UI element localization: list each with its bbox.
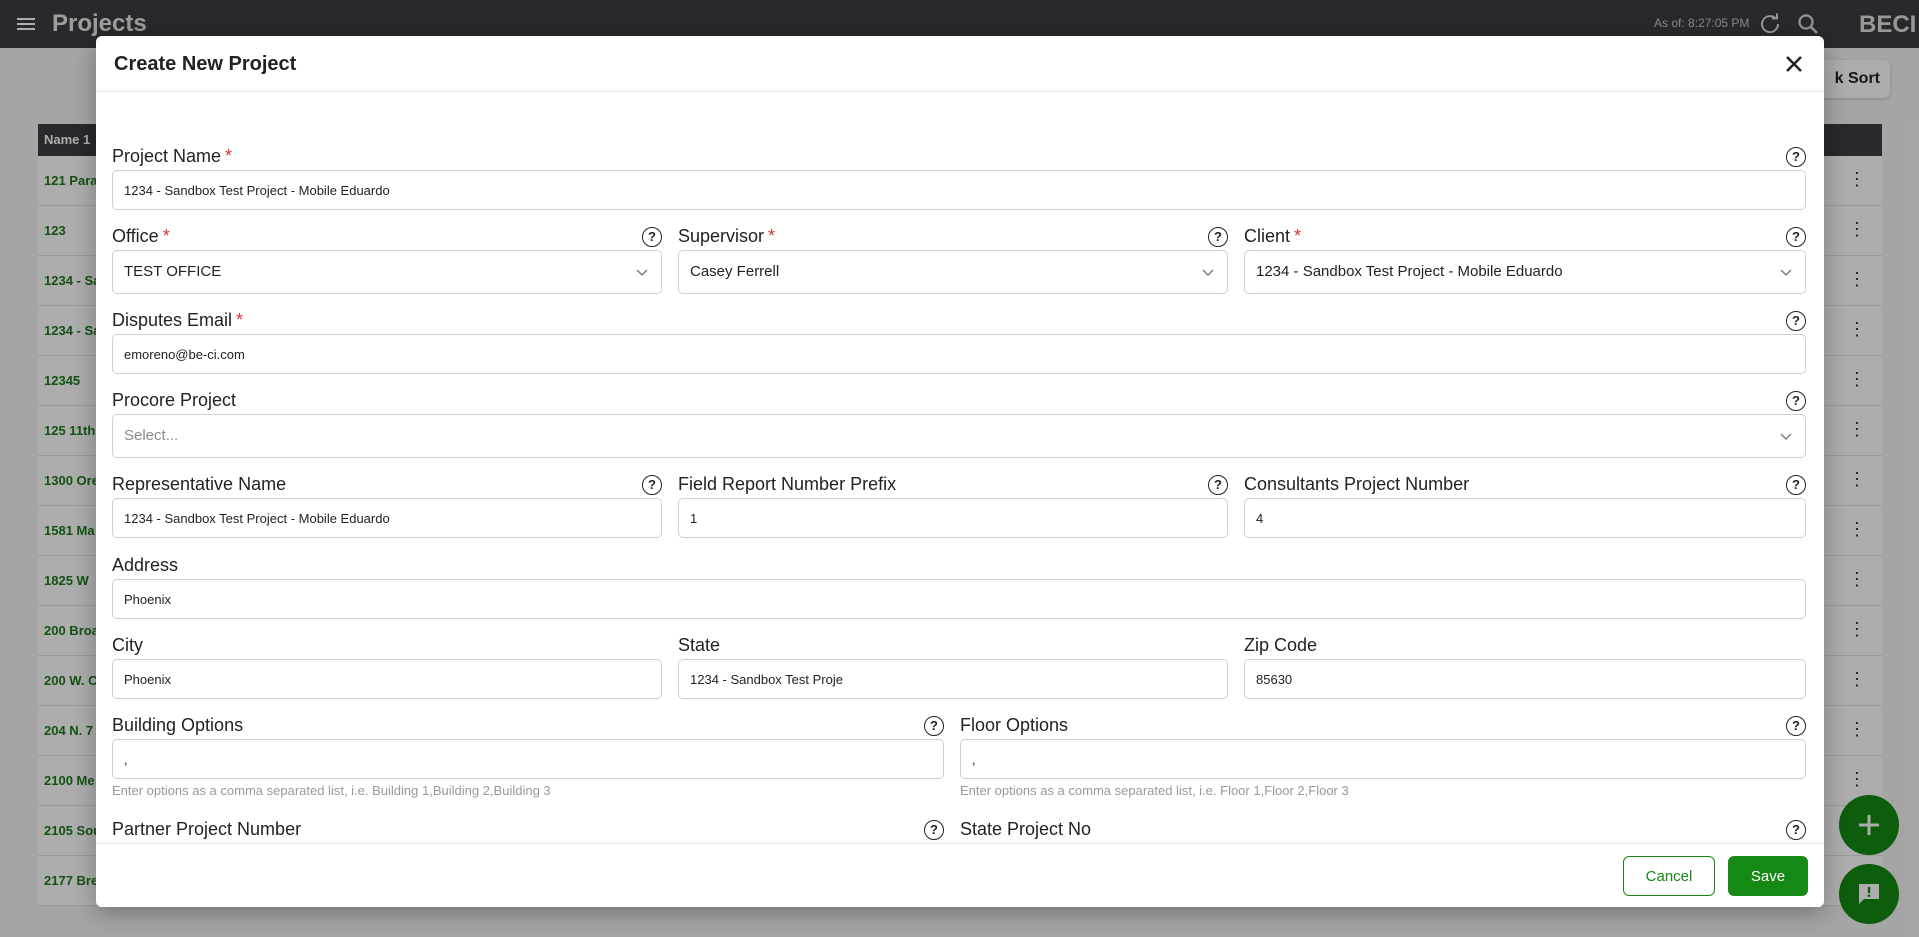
representative-name-label: Representative Name <box>112 474 287 494</box>
zip-code-field: Zip Code <box>1244 635 1806 705</box>
client-label: Client * <box>1244 226 1302 246</box>
building-options-input[interactable] <box>112 739 944 779</box>
procore-project-label: Procore Project <box>112 390 237 410</box>
consultants-project-number-input[interactable] <box>1244 498 1806 538</box>
zip-code-label: Zip Code <box>1244 635 1318 655</box>
consultants-project-number-label: Consultants Project Number <box>1244 474 1470 494</box>
save-button[interactable]: Save <box>1728 856 1808 896</box>
floor-options-input[interactable] <box>960 739 1806 779</box>
help-icon[interactable]: ? <box>1208 475 1228 495</box>
field-report-prefix-input[interactable] <box>678 498 1228 538</box>
address-input[interactable] <box>112 579 1806 619</box>
create-project-dialog: Create New Project Project Name* ? Offic… <box>96 36 1824 907</box>
help-icon[interactable]: ? <box>1786 147 1806 167</box>
supervisor-selected-value: Casey Ferrell <box>690 263 780 280</box>
office-selected-value: TEST OFFICE <box>124 263 222 280</box>
floor-options-label: Floor Options <box>960 715 1069 735</box>
office-label: Office * <box>112 226 170 246</box>
procore-project-placeholder: Select... <box>124 427 179 444</box>
project-name-label: Project Name * <box>112 146 233 166</box>
chevron-down-icon <box>1202 269 1214 277</box>
state-input[interactable] <box>678 659 1228 699</box>
procore-project-select[interactable]: Select... <box>112 414 1806 458</box>
dialog-header: Create New Project <box>96 36 1824 92</box>
cancel-button[interactable]: Cancel <box>1623 856 1715 896</box>
help-icon[interactable]: ? <box>924 716 944 736</box>
help-icon[interactable]: ? <box>1786 716 1806 736</box>
help-icon[interactable]: ? <box>924 820 944 840</box>
state-label: State <box>678 635 721 655</box>
help-icon[interactable]: ? <box>1786 475 1806 495</box>
project-name-input[interactable] <box>112 170 1806 210</box>
help-icon[interactable]: ? <box>1786 311 1806 331</box>
required-marker: * <box>236 310 244 330</box>
help-icon[interactable]: ? <box>1786 820 1806 840</box>
project-name-field: Project Name * ? <box>112 146 1806 216</box>
disputes-email-input[interactable] <box>112 334 1806 374</box>
required-marker: * <box>162 226 170 246</box>
help-icon[interactable]: ? <box>1786 391 1806 411</box>
field-report-prefix-field: Field Report Number Prefix ? <box>678 474 1228 544</box>
chevron-down-icon <box>636 269 648 277</box>
client-field: Client * ? 1234 - Sandbox Test Project - … <box>1244 226 1806 296</box>
consultants-project-number-field: Consultants Project Number ? <box>1244 474 1806 544</box>
city-label: City <box>112 635 143 655</box>
building-options-hint: Enter options as a comma separated list,… <box>112 783 551 798</box>
supervisor-field: Supervisor * ? Casey Ferrell <box>678 226 1228 296</box>
help-icon[interactable]: ? <box>642 475 662 495</box>
help-icon[interactable]: ? <box>1208 227 1228 247</box>
supervisor-select[interactable]: Casey Ferrell <box>678 250 1228 294</box>
representative-name-field: Representative Name ? <box>112 474 662 544</box>
partner-project-number-label: Partner Project Number <box>112 819 302 839</box>
required-marker: * <box>1294 226 1302 246</box>
building-options-label: Building Options <box>112 715 244 735</box>
state-field: State <box>678 635 1228 705</box>
procore-project-field: Procore Project ? Select... <box>112 390 1806 460</box>
address-label: Address <box>112 555 179 575</box>
supervisor-label: Supervisor * <box>678 226 776 246</box>
chevron-down-icon <box>1780 433 1792 441</box>
client-select[interactable]: 1234 - Sandbox Test Project - Mobile Edu… <box>1244 250 1806 294</box>
representative-name-input[interactable] <box>112 498 662 538</box>
building-options-field: Building Options ? Enter options as a co… <box>112 715 944 805</box>
required-marker: * <box>225 146 233 166</box>
disputes-email-label: Disputes Email * <box>112 310 244 330</box>
floor-options-hint: Enter options as a comma separated list,… <box>960 783 1349 798</box>
help-icon[interactable]: ? <box>642 227 662 247</box>
close-icon[interactable] <box>1780 50 1808 78</box>
state-project-no-label: State Project No <box>960 819 1092 839</box>
office-field: Office * ? TEST OFFICE <box>112 226 662 296</box>
chevron-down-icon <box>1780 269 1792 277</box>
office-select[interactable]: TEST OFFICE <box>112 250 662 294</box>
zip-code-input[interactable] <box>1244 659 1806 699</box>
city-field: City <box>112 635 662 705</box>
floor-options-field: Floor Options ? Enter options as a comma… <box>960 715 1806 805</box>
field-report-prefix-label: Field Report Number Prefix <box>678 474 897 494</box>
address-field: Address <box>112 555 1806 625</box>
dialog-body[interactable]: Project Name* ? Office* ? TEST OFFICE Su… <box>96 93 1824 879</box>
dialog-footer: Cancel Save <box>96 843 1824 907</box>
dialog-title: Create New Project <box>114 53 297 75</box>
city-input[interactable] <box>112 659 662 699</box>
client-selected-value: 1234 - Sandbox Test Project - Mobile Edu… <box>1256 263 1563 280</box>
help-icon[interactable]: ? <box>1786 227 1806 247</box>
disputes-email-field: Disputes Email * ? <box>112 310 1806 380</box>
required-marker: * <box>768 226 776 246</box>
